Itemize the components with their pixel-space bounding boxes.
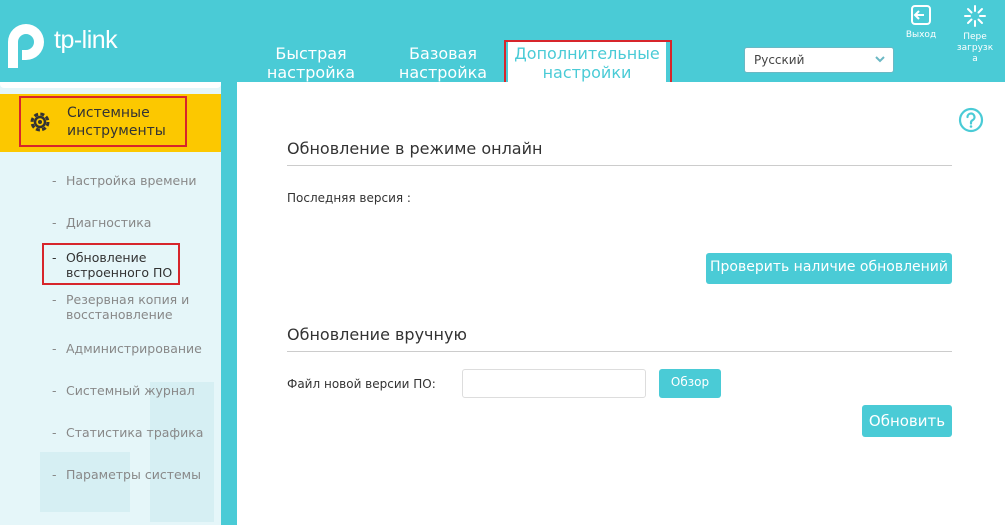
sidebar-item-label: Статистика трафика	[66, 425, 204, 440]
help-icon[interactable]	[958, 107, 984, 133]
browse-button[interactable]: Обзор	[659, 369, 721, 398]
sidebar-item-label: Параметры системы	[66, 467, 201, 482]
sidebar-item-label-line2: встроенного ПО	[66, 265, 173, 280]
logout-icon	[911, 5, 931, 25]
sidebar-decoration-2	[40, 452, 130, 512]
sidebar-item-dash: -	[52, 425, 57, 440]
tab-quick-setup-line2: настройка	[266, 63, 356, 82]
tab-advanced-settings-line2: настройки	[542, 63, 632, 82]
sidebar-item-dash: -	[52, 250, 57, 265]
tab-basic-settings-line1: Базовая	[409, 44, 477, 63]
sidebar: Системные инструменты - Настройка времен…	[0, 82, 221, 525]
sidebar-item-label-line2: восстановление	[66, 307, 173, 322]
sidebar-item-label: Администрирование	[66, 341, 202, 356]
firmware-file-label: Файл новой версии ПО:	[287, 377, 436, 391]
sidebar-item-label: Настройка времени	[66, 173, 197, 188]
reboot-icon	[964, 5, 986, 27]
sidebar-section-system-tools[interactable]: Системные инструменты	[0, 94, 221, 152]
sidebar-item-label-line1: Резервная копия и	[66, 292, 190, 307]
sidebar-item-dash: -	[52, 341, 57, 356]
reboot-label-line3: а	[972, 54, 978, 64]
sidebar-item-dash: -	[52, 292, 57, 307]
sidebar-section-label: Системные инструменты	[67, 104, 166, 140]
reboot-label-line1: Пере	[963, 32, 987, 42]
main-content: Обновление в режиме онлайн Последняя вер…	[237, 82, 1005, 525]
reboot-label-line2: загрузк	[956, 43, 994, 53]
sidebar-section-label-line1: Системные	[67, 105, 150, 121]
sidebar-section-label-line2: инструменты	[67, 123, 166, 139]
sidebar-item-dash: -	[52, 173, 57, 188]
manual-update-title: Обновление вручную	[287, 325, 467, 344]
firmware-file-input[interactable]	[462, 369, 646, 398]
sidebar-item-dash: -	[52, 383, 57, 398]
sidebar-decoration	[150, 382, 214, 522]
online-update-title: Обновление в режиме онлайн	[287, 139, 543, 158]
sidebar-item-dash: -	[52, 467, 57, 482]
reboot-button[interactable]: Пере загрузк а	[951, 4, 999, 65]
tab-advanced-settings[interactable]: Дополнительные настройки	[508, 42, 666, 86]
tab-quick-setup-line1: Быстрая	[275, 44, 347, 63]
latest-version-label: Последняя версия :	[287, 191, 411, 205]
check-updates-button[interactable]: Проверить наличие обновлений	[706, 253, 952, 284]
tp-link-logo[interactable]: tp-link	[4, 22, 144, 70]
sidebar-item-dash: -	[52, 215, 57, 230]
manual-update-divider	[287, 351, 952, 352]
exit-button[interactable]: Выход	[901, 4, 941, 41]
tp-link-logo-icon	[8, 24, 44, 68]
sidebar-item-label-line1: Обновление	[66, 250, 147, 265]
update-button[interactable]: Обновить	[862, 405, 952, 437]
chevron-down-icon	[875, 56, 885, 63]
sidebar-item-label: Диагностика	[66, 215, 152, 230]
logo-text: tp-link	[54, 26, 118, 54]
tab-basic-settings-line2: настройка	[398, 63, 488, 82]
tab-advanced-settings-line1: Дополнительные	[514, 44, 660, 63]
sidebar-item-label: Системный журнал	[66, 383, 195, 398]
sidebar-divider	[0, 82, 221, 88]
exit-label: Выход	[905, 30, 937, 40]
language-selected-value: Русский	[754, 53, 805, 67]
online-update-divider	[287, 165, 952, 166]
gear-icon	[30, 112, 50, 132]
language-select[interactable]: Русский	[744, 47, 894, 73]
tab-basic-settings[interactable]: Базовая настройка	[392, 44, 494, 82]
tab-quick-setup[interactable]: Быстрая настройка	[258, 44, 364, 82]
